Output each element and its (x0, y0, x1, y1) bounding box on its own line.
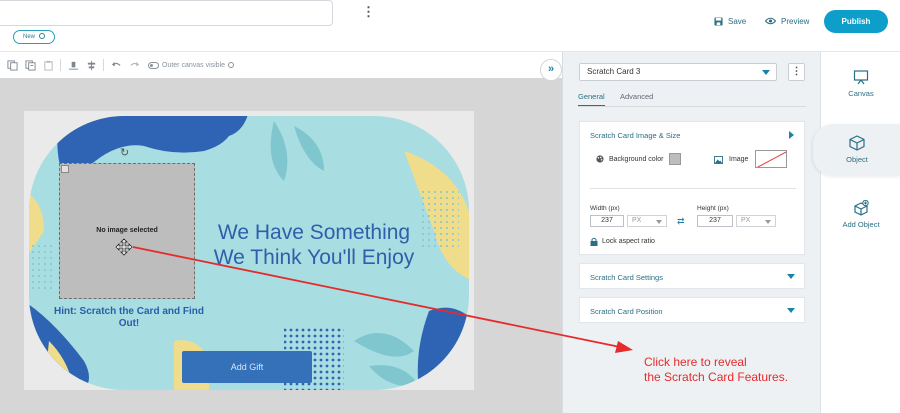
clipboard-icon[interactable] (42, 59, 54, 71)
rail-item-object[interactable]: Object (813, 124, 900, 176)
campaign-name-input[interactable] (0, 0, 333, 26)
width-unit-value: PX (632, 217, 642, 224)
info-icon (39, 33, 46, 40)
move-cursor-icon (115, 238, 133, 256)
editor-toolbar: Outer canvas visible (0, 52, 562, 78)
cube-icon (849, 135, 865, 151)
status-badge-label: New (23, 34, 36, 40)
height-unit-value: PX (741, 217, 751, 224)
hint-text: Hint: Scratch the Card and Find Out! (53, 306, 204, 329)
copy-icon[interactable] (6, 59, 18, 71)
annotation-line-2: the Scratch Card Features. (644, 370, 789, 384)
more-options-icon[interactable]: ⋮ (362, 4, 375, 20)
toolbar-divider (103, 59, 104, 71)
lock-aspect-ratio-label: Lock aspect ratio (602, 238, 655, 245)
background-color-label: Background color (609, 156, 664, 163)
annotation-text: Click here to reveal the Scratch Card Fe… (644, 355, 844, 385)
chevron-down-icon (787, 274, 795, 279)
rail-item-label: Object (846, 155, 868, 164)
annotation-line-1: Click here to reveal (644, 355, 747, 369)
caret-right-icon[interactable] (789, 131, 794, 139)
outer-canvas-toggle[interactable]: Outer canvas visible (148, 61, 235, 69)
section-divider (590, 188, 796, 189)
add-gift-button[interactable]: Add Gift (182, 351, 312, 383)
duplicate-icon[interactable] (24, 59, 36, 71)
background-color-swatch[interactable] (669, 153, 681, 165)
preview-label: Preview (781, 16, 810, 26)
panel-more-options-icon[interactable]: ⋮ (788, 63, 805, 81)
image-picker[interactable] (755, 150, 787, 168)
info-icon (228, 62, 235, 68)
align-center-icon[interactable] (85, 59, 97, 71)
add-cube-icon (854, 200, 869, 216)
preview-button[interactable]: Preview (765, 12, 809, 30)
eye-icon (765, 17, 776, 25)
width-unit-select[interactable]: PX (627, 215, 667, 227)
toggle-switch-icon (148, 61, 159, 69)
broken-image-icon (61, 165, 69, 173)
outer-canvas-label: Outer canvas visible (162, 61, 226, 69)
chevron-down-icon (787, 308, 795, 313)
rail-item-label: Canvas (848, 89, 874, 98)
tab-general[interactable]: General (578, 92, 605, 107)
headline-line-2: We Think You'll Enjoy (213, 246, 415, 269)
height-label: Height (px) (697, 205, 729, 212)
tab-advanced[interactable]: Advanced (620, 92, 653, 101)
toolbar-divider (60, 59, 61, 71)
section-title: Scratch Card Position (590, 307, 663, 316)
chevron-down-icon (765, 220, 771, 224)
section-scratch-card-position[interactable]: Scratch Card Position (579, 297, 805, 323)
height-input[interactable]: 237 (697, 215, 733, 227)
redo-icon[interactable] (128, 59, 140, 71)
object-select-value: Scratch Card 3 (587, 67, 641, 76)
section-title: Scratch Card Settings (590, 273, 663, 282)
top-bar: ⋮ New Save Preview Publish (0, 0, 900, 52)
status-badge: New (13, 30, 56, 44)
section-scratch-card-settings[interactable]: Scratch Card Settings (579, 263, 805, 289)
publish-button[interactable]: Publish (824, 10, 888, 33)
rail-item-label: Add Object (842, 220, 880, 229)
headline-text: We Have Something We Think You'll Enjoy (200, 220, 428, 270)
image-label: Image (729, 156, 749, 163)
undo-icon[interactable] (110, 59, 122, 71)
save-label: Save (728, 16, 747, 26)
image-icon (714, 156, 723, 164)
section-scratch-card-image-size: Scratch Card Image & Size Background col… (579, 121, 805, 255)
width-label: Width (px) (590, 205, 620, 212)
width-input[interactable]: 237 (590, 215, 624, 227)
height-unit-select[interactable]: PX (736, 215, 776, 227)
floppy-disk-icon (714, 16, 723, 26)
swap-dimensions-icon[interactable]: ⇄ (677, 216, 687, 226)
rail-item-canvas[interactable]: Canvas (821, 69, 900, 98)
lock-icon[interactable] (590, 237, 598, 246)
no-image-label: No image selected (96, 227, 158, 234)
headline-line-1: We Have Something (217, 221, 411, 244)
align-bottom-icon[interactable] (67, 59, 79, 71)
object-select[interactable]: Scratch Card 3 (579, 63, 777, 81)
chevron-down-icon (656, 220, 662, 224)
section-title[interactable]: Scratch Card Image & Size (590, 131, 680, 140)
collapse-panel-button[interactable]: » (540, 59, 562, 81)
palette-icon (596, 155, 604, 163)
save-button[interactable]: Save (714, 12, 746, 30)
chevron-down-icon (762, 70, 770, 75)
rotate-handle-icon[interactable]: ↻ (120, 147, 132, 159)
tabs-divider (578, 106, 806, 107)
rail-item-add-object[interactable]: Add Object (821, 200, 900, 229)
canvas-icon (853, 70, 869, 85)
